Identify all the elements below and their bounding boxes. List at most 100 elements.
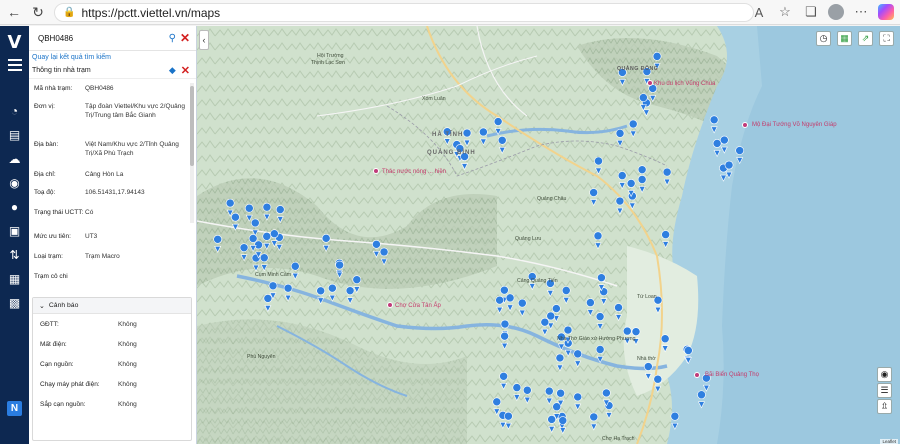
warning-header[interactable]: ⌄ Cảnh báo	[33, 298, 191, 314]
profile-avatar[interactable]	[828, 4, 844, 20]
detail-value: Việt Nam/Khu vực 2/Tỉnh Quảng Trị/Xã Phù…	[85, 141, 179, 157]
search-box[interactable]: QBH0486 ⚲ ✕	[29, 26, 196, 51]
detail-value: UT3	[85, 233, 98, 240]
refresh-icon[interactable]: ↻	[28, 2, 48, 22]
poi-pin[interactable]	[694, 372, 700, 378]
map-label: Nhà Thờ Giáo xứ Hướng Phương	[557, 336, 636, 342]
url-text: https://pctt.viettel.vn/maps	[81, 5, 221, 20]
dashboard-icon[interactable]: ◔	[0, 99, 29, 123]
map-icon[interactable]: ▤	[0, 123, 29, 147]
detail-value: Tập đoàn Viettel/Khu vực 2/Quảng Trị/Tru…	[85, 103, 185, 119]
warning-key: Mất điện:	[40, 340, 67, 348]
clock-icon[interactable]: ◷	[816, 31, 831, 46]
app-logo[interactable]: V	[8, 32, 22, 53]
route-icon[interactable]: ⇅	[0, 243, 29, 267]
hamburger-menu-icon[interactable]	[7, 59, 22, 71]
station-details: Mã nhà trạm: QBH0486 Đơn vị: Tập đoàn Viett…	[29, 81, 191, 290]
left-navigation: V ◔ ▤ ☁ ◉ ● ▣ ⇅ ▦ ▩ N	[0, 26, 29, 444]
poi-pin[interactable]	[373, 168, 379, 174]
map-label: Cụm Minh Cầm	[255, 272, 292, 278]
read-aloud-icon[interactable]: A	[750, 3, 768, 21]
warning-row: Chạy máy phát điện: Không	[33, 374, 191, 394]
detail-row: Trạng thái UCTT: Có	[29, 205, 191, 229]
map-label-province: QUẢNG BÌNH	[427, 150, 476, 156]
back-arrow-icon[interactable]: ←	[4, 2, 24, 22]
station-icon[interactable]: ●	[0, 195, 29, 219]
directions-icon[interactable]: ◆	[169, 65, 176, 76]
layers-green-icon[interactable]: ▦	[837, 31, 852, 46]
detail-row: Mã nhà trạm: QBH0486	[29, 81, 191, 99]
warning-row: Mất điện: Không	[33, 334, 191, 354]
map-label: Cảng Quảng Tiến	[517, 278, 558, 284]
map-canvas[interactable]: Hội Trường Thịnh Lạc Sơn HÀ TĨNH QUẢNG B…	[197, 26, 900, 444]
poi-pin[interactable]	[647, 80, 653, 86]
location-icon[interactable]: ◉	[877, 367, 892, 382]
warning-key: Sắp cạn nguồn:	[40, 400, 86, 408]
warning-value: Không	[118, 380, 137, 388]
clear-search-icon[interactable]: ✕	[180, 31, 190, 45]
detail-row: Toạ độ: 106.51431,17.94143	[29, 185, 191, 205]
search-icon[interactable]: ⚲	[169, 33, 176, 44]
detail-key: Mức ưu tiên:	[34, 233, 71, 240]
list-icon[interactable]: ▩	[0, 291, 29, 315]
map-label: QUẢNG ĐÔNG	[617, 66, 659, 72]
warning-row: GĐTT: Không	[33, 314, 191, 334]
detail-key: Địa bàn:	[34, 141, 59, 148]
address-bar[interactable]: 🔒 https://pctt.viettel.vn/maps	[54, 3, 754, 22]
warning-key: GĐTT:	[40, 320, 59, 328]
map-label: Nhà thờ	[637, 356, 656, 362]
collapse-panel-button[interactable]: ‹	[199, 30, 209, 50]
weather-icon[interactable]: ☁	[0, 147, 29, 171]
warning-key: Chạy máy phát điện:	[40, 380, 100, 388]
map-label-poi: Mộ Đại Tướng Võ Nguyên Giáp	[752, 122, 837, 128]
warning-row: Sắp cạn nguồn: Không	[33, 394, 191, 414]
bulb-icon[interactable]: ◉	[0, 171, 29, 195]
fullscreen-icon[interactable]: ⛶	[879, 31, 894, 46]
stack-icon[interactable]: ☰	[877, 383, 892, 398]
map-attribution[interactable]: Leaflet	[880, 439, 898, 444]
info-header: Thông tin nhà trạm ◆ ✕	[29, 63, 196, 79]
detail-value	[85, 272, 187, 279]
detail-key: Đơn vị:	[34, 103, 55, 110]
scrollbar-thumb[interactable]	[190, 86, 194, 166]
warning-section: ⌄ Cảnh báo GĐTT: Không Mất điện: Không Cạn n…	[32, 297, 192, 441]
detail-key: Địa chỉ:	[34, 171, 56, 178]
warning-value: Không	[118, 320, 137, 328]
route-toggle-icon[interactable]: ⇗	[858, 31, 873, 46]
export-icon[interactable]: ⇫	[877, 399, 892, 414]
map-label: Quảng Lưu	[515, 236, 542, 242]
map-label: Phú Nguyên	[247, 354, 276, 360]
detail-key: Trạm cô chi	[34, 273, 68, 280]
user-badge[interactable]: N	[7, 401, 22, 416]
poi-pin[interactable]	[387, 302, 393, 308]
warning-key: Cạn nguồn:	[40, 360, 74, 368]
warning-value: Không	[118, 360, 137, 368]
detail-row: Đơn vị: Tập đoàn Viettel/Khu vực 2/Quảng …	[29, 99, 191, 137]
map-label-poi: Khu du lịch Vũng Chùa	[654, 81, 716, 87]
warning-row: Cạn nguồn: Không	[33, 354, 191, 374]
search-input[interactable]: QBH0486	[38, 34, 169, 43]
collections-icon[interactable]: ❏	[802, 3, 820, 21]
back-to-results-link[interactable]: Quay lại kết quả tìm kiếm	[29, 51, 196, 63]
detail-key: Mã nhà trạm:	[34, 85, 73, 92]
warning-value: Không	[118, 400, 137, 408]
map-label-province: HÀ TĨNH	[432, 132, 464, 138]
map-label: Quảng Châu	[537, 196, 567, 202]
copilot-icon[interactable]	[878, 4, 894, 20]
info-title: Thông tin nhà trạm	[32, 67, 91, 74]
map-label: Thịnh Lạc Sơn	[311, 60, 345, 66]
detail-value: Có	[85, 209, 94, 216]
close-panel-icon[interactable]: ✕	[181, 64, 190, 77]
map-label: Xóm Luân	[422, 96, 446, 102]
poi-pin[interactable]	[742, 122, 748, 128]
detail-value: Cảng Hòn La	[85, 171, 124, 178]
briefcase-icon[interactable]: ▣	[0, 219, 29, 243]
map-label: Tứ Loan	[637, 294, 657, 300]
app-root: V ◔ ▤ ☁ ◉ ● ▣ ⇅ ▦ ▩ N QBH0486 ⚲ ✕ Quay l…	[0, 26, 900, 444]
detail-key: Loại trạm:	[34, 253, 63, 260]
favorite-star-icon[interactable]: ☆	[776, 3, 794, 21]
lock-icon: 🔒	[63, 7, 76, 18]
more-menu-icon[interactable]: ⋯	[852, 3, 870, 21]
detail-row: Địa chỉ: Cảng Hòn La	[29, 167, 191, 185]
report-icon[interactable]: ▦	[0, 267, 29, 291]
